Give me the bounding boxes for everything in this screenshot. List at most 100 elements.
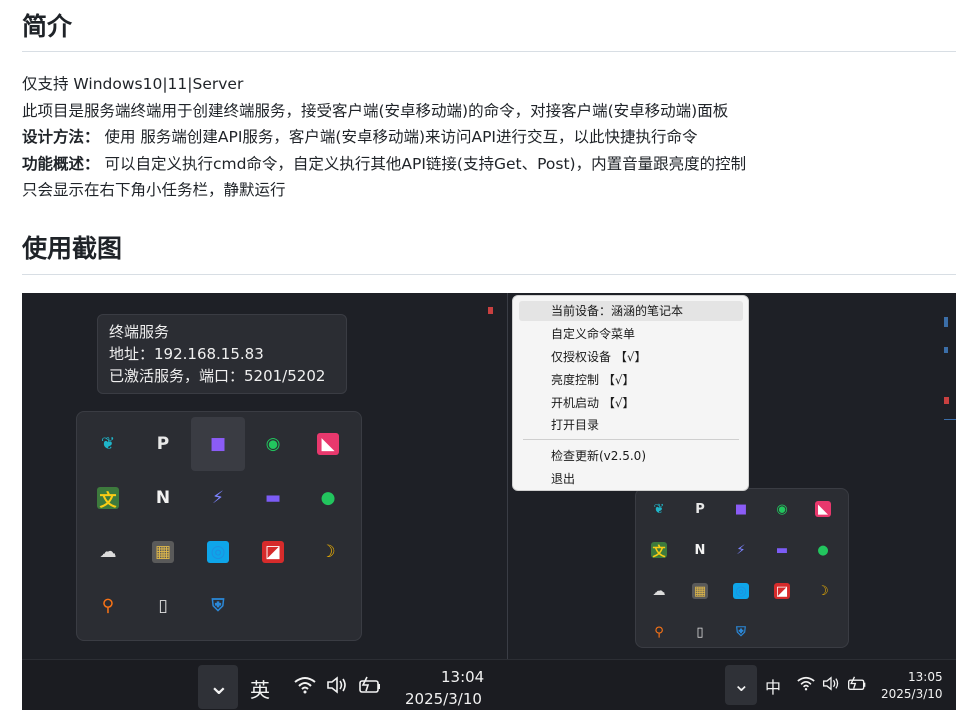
design-line: 设计方法： 使用 服务端创建API服务，客户端(安卓移动端)来访问API进行交互… xyxy=(22,124,746,151)
pink-app-icon[interactable]: ◣ xyxy=(301,417,355,471)
chevron-up-icon: ⌄ xyxy=(733,672,750,696)
moon-sun-icon[interactable]: ☽ xyxy=(803,571,843,611)
heading-rule xyxy=(22,51,956,52)
feature-text: 可以自定义执行cmd命令，自定义执行其他API链接(支持Get、Post)，内置… xyxy=(99,154,747,173)
feather-icon-glyph: ⚡ xyxy=(212,488,224,508)
volume-icon[interactable] xyxy=(326,676,348,698)
purple-app-icon-glyph: ■ xyxy=(734,501,748,517)
design-label: 设计方法： xyxy=(22,128,100,146)
n-wave-icon-glyph: N xyxy=(155,488,171,508)
monitor-icon[interactable]: ▬ xyxy=(246,471,300,525)
clock-time[interactable]: 13:05 xyxy=(908,670,943,684)
moon-sun-icon-glyph: ☽ xyxy=(817,583,829,599)
wechat-icon-glyph: ● xyxy=(320,488,336,508)
translate-icon-glyph: 文 xyxy=(97,487,119,511)
project-desc-line: 此项目是服务端终端用于创建终端服务，接受客户端(安卓移动端)的命令，对接客户端(… xyxy=(22,101,729,120)
menu-item-check-update[interactable]: 检查更新(v2.5.0) xyxy=(551,447,646,465)
battery-charging-icon[interactable] xyxy=(847,676,867,695)
n-wave-icon[interactable]: N xyxy=(680,530,720,570)
palette-icon[interactable]: ▦ xyxy=(136,525,190,579)
taskbar: ⌄ 英 13:04 2025/3/10 ⌄ 中 13:05 2025/3/10 xyxy=(22,659,956,710)
menu-item-exit[interactable]: 退出 xyxy=(551,470,575,488)
shield-warning-icon[interactable]: ⛨ xyxy=(721,612,761,652)
translate-icon[interactable]: 文 xyxy=(639,530,679,570)
palette-icon-glyph: ▦ xyxy=(152,541,174,563)
moon-sun-icon[interactable]: ☽ xyxy=(301,525,355,579)
battery-charging-icon[interactable] xyxy=(358,676,382,698)
cloud-sync-icon[interactable]: ☁ xyxy=(639,571,679,611)
purple-app-icon-glyph: ■ xyxy=(209,434,227,454)
cloud-sync-icon-glyph: ☁ xyxy=(652,583,666,599)
p-bracket-icon[interactable]: P xyxy=(680,489,720,529)
green-speedometer-icon-glyph: ◉ xyxy=(265,434,281,454)
clock-time[interactable]: 13:04 xyxy=(441,668,484,686)
wechat-icon[interactable]: ● xyxy=(301,471,355,525)
translate-icon[interactable]: 文 xyxy=(81,471,135,525)
service-tooltip: 终端服务 地址：192.168.15.83 已激活服务，端口：5201/5202 xyxy=(97,314,347,394)
ime-indicator[interactable]: 英 xyxy=(250,674,270,703)
wechat-icon-glyph: ● xyxy=(817,542,829,558)
feather-icon[interactable]: ⚡ xyxy=(191,471,245,525)
cloud-sync-icon[interactable]: ☁ xyxy=(81,525,135,579)
speaker-icon[interactable]: ◎ xyxy=(721,571,761,611)
usb-drive-icon-glyph: ▯ xyxy=(696,624,704,640)
section-title-intro: 简介 xyxy=(22,12,73,41)
usb-drive-icon[interactable]: ▯ xyxy=(136,579,190,633)
menu-separator xyxy=(523,439,739,440)
menu-item-brightness[interactable]: 亮度控制 【√】 xyxy=(551,371,634,389)
n-wave-icon-glyph: N xyxy=(694,542,706,558)
amd-icon[interactable]: ◪ xyxy=(246,525,300,579)
edge-marker xyxy=(944,347,948,353)
volume-icon[interactable] xyxy=(822,676,840,695)
speaker-icon[interactable]: ◎ xyxy=(191,525,245,579)
tooltip-status: 已激活服务，端口：5201/5202 xyxy=(109,367,326,385)
amd-icon-glyph: ◪ xyxy=(262,541,284,563)
shield-warning-icon[interactable]: ⛨ xyxy=(191,579,245,633)
menu-item-autostart[interactable]: 开机启动 【√】 xyxy=(551,394,634,412)
bird-icon[interactable]: ❦ xyxy=(639,489,679,529)
screenshot-divider xyxy=(507,293,508,710)
wechat-icon[interactable]: ● xyxy=(803,530,843,570)
shield-warning-icon-glyph: ⛨ xyxy=(211,596,225,616)
cloud-sync-icon-glyph: ☁ xyxy=(99,542,117,562)
search-key-icon[interactable]: ⚲ xyxy=(81,579,135,633)
clock-date[interactable]: 2025/3/10 xyxy=(405,690,482,708)
clock-date[interactable]: 2025/3/10 xyxy=(881,687,943,701)
usb-drive-icon[interactable]: ▯ xyxy=(680,612,720,652)
section-title-screenshots: 使用截图 xyxy=(22,234,123,263)
tooltip-address: 地址：192.168.15.83 xyxy=(109,345,264,363)
search-key-icon[interactable]: ⚲ xyxy=(639,612,679,652)
moon-sun-icon-glyph: ☽ xyxy=(320,542,336,562)
monitor-icon-glyph: ▬ xyxy=(264,488,282,508)
tray-overflow-flyout: ❦ P ■ ◉ ◣ 文 N ⚡ ▬ ● ☁ ▦ ◎ ◪ ☽ ⚲ ▯ ⛨ xyxy=(76,411,362,641)
green-speedometer-icon[interactable]: ◉ xyxy=(246,417,300,471)
menu-item-open-dir[interactable]: 打开目录 xyxy=(551,416,599,434)
p-bracket-icon-glyph: P xyxy=(695,501,705,517)
ime-indicator[interactable]: 中 xyxy=(765,674,781,698)
green-speedometer-icon-glyph: ◉ xyxy=(776,501,788,517)
pink-app-icon[interactable]: ◣ xyxy=(803,489,843,529)
p-bracket-icon[interactable]: P xyxy=(136,417,190,471)
search-key-icon-glyph: ⚲ xyxy=(101,596,115,616)
purple-app-icon[interactable]: ■ xyxy=(191,417,245,471)
bird-icon-glyph: ❦ xyxy=(653,501,665,517)
wifi-icon[interactable] xyxy=(797,676,815,695)
amd-icon[interactable]: ◪ xyxy=(762,571,802,611)
menu-item-authorized-only[interactable]: 仅授权设备 【√】 xyxy=(551,348,646,366)
menu-item-current-device[interactable]: 当前设备：涵涵的笔记本 xyxy=(551,302,683,320)
design-text: 使用 服务端创建API服务，客户端(安卓移动端)来访问API进行交互，以此快捷执… xyxy=(99,128,698,146)
n-wave-icon[interactable]: N xyxy=(136,471,190,525)
green-speedometer-icon[interactable]: ◉ xyxy=(762,489,802,529)
edge-marker xyxy=(944,419,956,420)
palette-icon[interactable]: ▦ xyxy=(680,571,720,611)
menu-item-custom-commands[interactable]: 自定义命令菜单 xyxy=(551,325,635,343)
purple-app-icon[interactable]: ■ xyxy=(721,489,761,529)
bird-icon[interactable]: ❦ xyxy=(81,417,135,471)
monitor-icon[interactable]: ▬ xyxy=(762,530,802,570)
pink-app-icon-glyph: ◣ xyxy=(317,433,339,455)
wifi-icon[interactable] xyxy=(294,676,316,698)
chevron-up-icon: ⌄ xyxy=(208,671,230,701)
tray-only-line: 只会显示在右下角小任务栏，静默运行 xyxy=(22,181,286,199)
intro-paragraph: 仅支持 Windows10|11|Server 此项目是服务端终端用于创建终端服… xyxy=(22,71,746,204)
feather-icon[interactable]: ⚡ xyxy=(721,530,761,570)
